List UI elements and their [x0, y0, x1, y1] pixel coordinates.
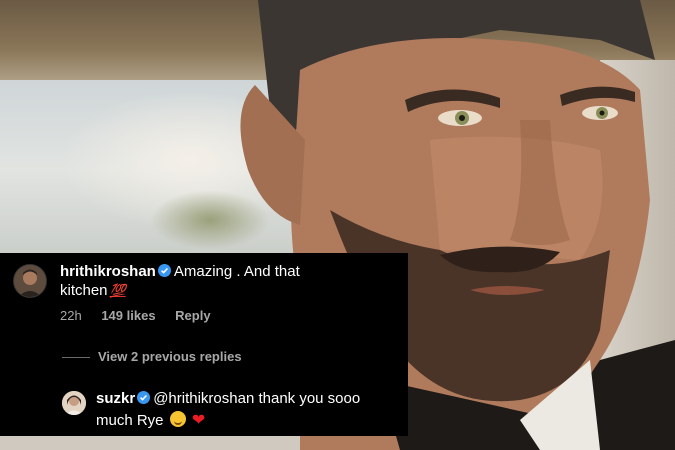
comment-text: Amazing . And that	[173, 263, 300, 280]
comment-line-2: kitchen 💯	[60, 282, 126, 299]
reply-text: thank you sooo	[258, 390, 361, 407]
verified-badge-icon	[157, 264, 171, 277]
user-avatar-icon	[62, 391, 86, 415]
reply-text-continued: much Rye	[96, 412, 164, 429]
comment-line-1: hrithikroshan Amazing . And that	[60, 263, 300, 280]
comment-timestamp: 22h	[60, 308, 82, 323]
hugging-face-emoji-icon	[169, 411, 186, 427]
commenter-avatar[interactable]	[13, 264, 47, 298]
comment-username[interactable]: hrithikroshan	[60, 263, 156, 280]
comment-likes[interactable]: 149 likes	[101, 308, 155, 323]
view-replies-label: View 2 previous replies	[98, 349, 242, 364]
reply-username[interactable]: suzkr	[96, 390, 135, 407]
comment-card: hrithikroshan Amazing . And that kitchen 💯…	[0, 253, 408, 436]
comment-text-continued: kitchen	[60, 282, 108, 299]
reply-line-1: suzkr @hrithikroshan thank you sooo	[96, 390, 360, 407]
replies-divider	[62, 357, 90, 359]
reply-avatar[interactable]	[62, 391, 86, 415]
reply-button[interactable]: Reply	[175, 308, 210, 323]
comment-meta: 22h 149 likes Reply	[60, 308, 227, 323]
view-replies-button[interactable]: View 2 previous replies	[62, 349, 242, 364]
hundred-emoji-icon: 💯	[109, 283, 126, 298]
reply-mention[interactable]: @hrithikroshan	[153, 390, 254, 407]
reply-line-2: much Rye ❤	[96, 410, 205, 430]
heart-emoji-icon: ❤	[191, 412, 206, 429]
verified-badge-icon	[137, 391, 151, 404]
user-avatar-icon	[14, 265, 46, 297]
